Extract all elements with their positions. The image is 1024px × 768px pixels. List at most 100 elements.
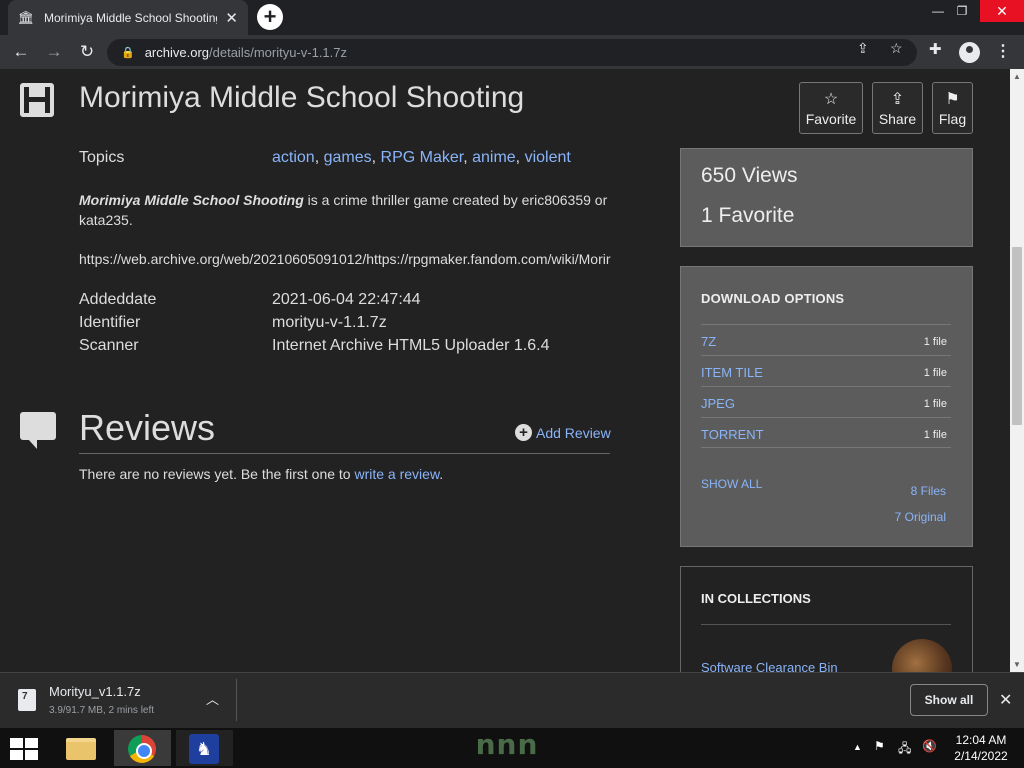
topic-link[interactable]: action bbox=[272, 149, 315, 166]
original-count-link[interactable]: 7 Original bbox=[895, 510, 946, 524]
page-scrollbar[interactable]: ▲ ▼ bbox=[1010, 69, 1024, 672]
no-reviews-text: There are no reviews yet. Be the first o… bbox=[79, 466, 443, 482]
address-bar[interactable]: 🔒 archive.org/details/morityu-v-1.1.7z bbox=[107, 39, 917, 66]
scroll-thumb[interactable] bbox=[1012, 247, 1022, 425]
no-reviews-end: . bbox=[439, 466, 444, 482]
maximize-button[interactable]: ❐ bbox=[946, 0, 978, 22]
volume-muted-icon[interactable]: 🔇 bbox=[922, 739, 937, 753]
show-all-downloads-button[interactable]: Show all bbox=[910, 684, 988, 716]
files-count-link[interactable]: 8 Files bbox=[911, 484, 946, 498]
scroll-up-icon[interactable]: ▲ bbox=[1010, 72, 1024, 81]
back-arrow-icon[interactable]: ← bbox=[9, 40, 33, 64]
separator: , bbox=[314, 149, 324, 166]
plus-circle-icon: + bbox=[515, 424, 532, 441]
separator: , bbox=[463, 149, 473, 166]
chevron-up-icon[interactable]: ▲ bbox=[853, 742, 862, 752]
favorite-label: Favorite bbox=[805, 111, 857, 127]
kebab-menu-icon[interactable]: ⋮ bbox=[995, 41, 1011, 61]
flag-alert-icon[interactable]: ⚑ bbox=[874, 739, 885, 753]
network-icon[interactable]: 🖧 bbox=[898, 739, 911, 760]
add-review-label: Add Review bbox=[536, 424, 611, 441]
description-url: https://web.archive.org/web/202106050910… bbox=[79, 251, 611, 267]
page-title: Morimiya Middle School Shooting bbox=[79, 81, 525, 114]
divider bbox=[79, 453, 610, 454]
topics-label: Topics bbox=[79, 149, 125, 166]
rpg-maker-app[interactable]: ♞ bbox=[176, 730, 233, 766]
topic-link[interactable]: anime bbox=[472, 149, 516, 166]
download-row[interactable]: 7Z 1 file bbox=[701, 324, 951, 355]
folder-icon bbox=[66, 738, 96, 760]
download-format-link[interactable]: 7Z bbox=[701, 334, 716, 349]
topics-list: action, games, RPG Maker, anime, violent bbox=[272, 149, 571, 167]
download-row[interactable]: TORRENT 1 file bbox=[701, 417, 951, 448]
download-file-name[interactable]: Morityu_v1.1.7z bbox=[49, 684, 141, 699]
archive-file-icon bbox=[18, 689, 36, 711]
page-content: Morimiya Middle School Shooting ☆ Favori… bbox=[0, 69, 1010, 672]
show-all-link[interactable]: SHOW ALL bbox=[701, 477, 762, 491]
separator: , bbox=[515, 149, 525, 166]
addeddate-value: 2021-06-04 22:47:44 bbox=[272, 291, 421, 308]
reload-icon[interactable]: ↻ bbox=[75, 40, 99, 64]
file-explorer-app[interactable] bbox=[52, 730, 109, 766]
puzzle-icon[interactable]: ✚ bbox=[929, 40, 942, 58]
software-floppy-icon bbox=[20, 83, 54, 117]
download-format-link[interactable]: JPEG bbox=[701, 396, 735, 411]
flag-label: Flag bbox=[938, 111, 967, 127]
download-options-heading: DOWNLOAD OPTIONS bbox=[701, 291, 845, 306]
share-label: Share bbox=[878, 111, 917, 127]
download-file-count: 1 file bbox=[923, 367, 947, 379]
collection-thumbnail[interactable] bbox=[892, 639, 952, 672]
share-button[interactable]: ⇪ Share bbox=[872, 82, 923, 134]
chevron-up-icon[interactable]: ︿ bbox=[206, 689, 219, 708]
star-icon[interactable]: ☆ bbox=[890, 40, 903, 57]
rpg-maker-icon: ♞ bbox=[189, 734, 219, 764]
download-format-link[interactable]: ITEM TILE bbox=[701, 365, 763, 380]
url-path: /details/morityu-v-1.1.7z bbox=[209, 45, 348, 60]
scroll-down-icon[interactable]: ▼ bbox=[1010, 660, 1024, 669]
chrome-app[interactable] bbox=[114, 730, 171, 766]
url-host: archive.org bbox=[144, 45, 210, 60]
addeddate-label: Addeddate bbox=[79, 291, 157, 308]
browser-toolbar: ← → ↻ 🔒 archive.org/details/morityu-v-1.… bbox=[0, 35, 1024, 69]
download-format-link[interactable]: TORRENT bbox=[701, 427, 764, 442]
flag-icon: ⚑ bbox=[945, 91, 960, 108]
topic-link[interactable]: games bbox=[324, 149, 372, 166]
reviews-heading: Reviews bbox=[79, 407, 216, 448]
download-row[interactable]: JPEG 1 file bbox=[701, 386, 951, 417]
favorite-button[interactable]: ☆ Favorite bbox=[799, 82, 863, 134]
divider bbox=[236, 679, 237, 721]
download-file-count: 1 file bbox=[923, 398, 947, 410]
clock-date: 2/14/2022 bbox=[954, 749, 1008, 763]
archive-favicon-icon: 🏛 bbox=[17, 9, 35, 25]
browser-tab[interactable]: 🏛 Morimiya Middle School Shooting ✕ bbox=[8, 0, 248, 35]
flag-button[interactable]: ⚑ Flag bbox=[932, 82, 973, 134]
share-icon[interactable]: ⇪ bbox=[857, 40, 869, 57]
description-title: Morimiya Middle School Shooting bbox=[79, 192, 304, 208]
download-shelf: Morityu_v1.1.7z 3.9/91.7 MB, 2 mins left… bbox=[0, 672, 1024, 728]
share-icon: ⇪ bbox=[890, 91, 905, 108]
close-window-button[interactable]: ✕ bbox=[980, 0, 1024, 22]
scanner-label: Scanner bbox=[79, 337, 139, 354]
taskbar-clock[interactable]: 12:04 AM 2/14/2022 bbox=[946, 732, 1016, 764]
topic-link[interactable]: violent bbox=[525, 149, 571, 166]
chrome-icon bbox=[128, 735, 156, 763]
tab-strip: 🏛 Morimiya Middle School Shooting ✕ + — … bbox=[0, 0, 1024, 35]
favorites-count: 1 Favorite bbox=[701, 204, 795, 227]
lock-icon: 🔒 bbox=[121, 47, 135, 59]
forward-arrow-icon[interactable]: → bbox=[42, 40, 66, 64]
collection-link[interactable]: Software Clearance Bin bbox=[701, 660, 838, 672]
new-tab-button[interactable]: + bbox=[257, 4, 283, 30]
collections-heading: IN COLLECTIONS bbox=[701, 591, 811, 606]
tab-close-icon[interactable]: ✕ bbox=[225, 9, 238, 27]
add-review-link[interactable]: + Add Review bbox=[515, 424, 611, 441]
collections-panel: IN COLLECTIONS Software Clearance Bin bbox=[680, 566, 973, 672]
profile-icon[interactable] bbox=[959, 42, 980, 63]
download-status: 3.9/91.7 MB, 2 mins left bbox=[49, 705, 155, 716]
close-shelf-icon[interactable]: ✕ bbox=[999, 690, 1012, 710]
no-reviews-message: There are no reviews yet. Be the first o… bbox=[79, 466, 355, 482]
topic-link[interactable]: RPG Maker bbox=[381, 149, 464, 166]
download-file-count: 1 file bbox=[923, 336, 947, 348]
download-row[interactable]: ITEM TILE 1 file bbox=[701, 355, 951, 386]
windows-start-icon[interactable] bbox=[10, 738, 38, 760]
write-review-link[interactable]: write a review bbox=[354, 466, 439, 482]
